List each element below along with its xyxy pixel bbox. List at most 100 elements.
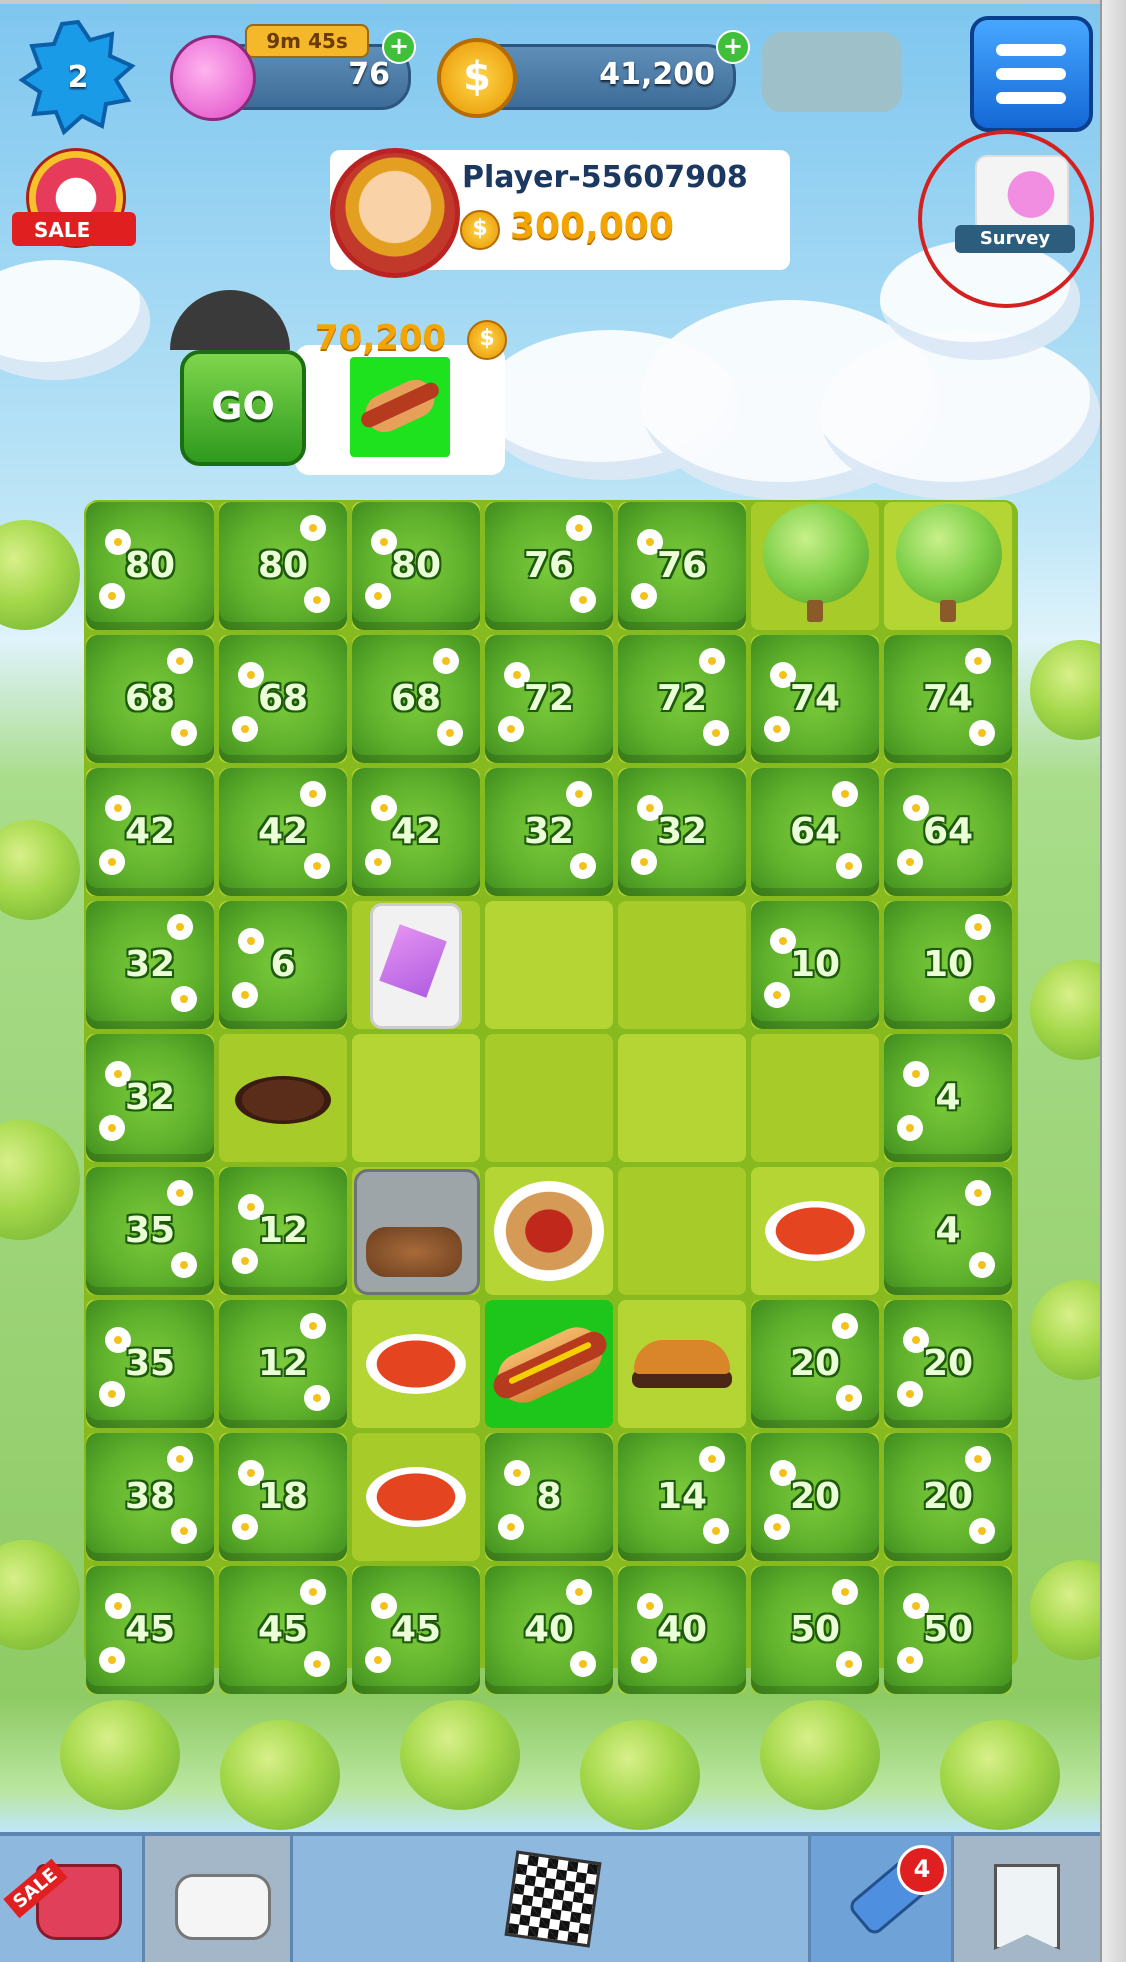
bush-tile[interactable]: 14 — [618, 1433, 746, 1561]
survey-button[interactable]: Survey — [955, 225, 1075, 253]
board-cell[interactable] — [352, 1167, 480, 1295]
board-cell[interactable]: 32 — [86, 901, 214, 1029]
board-cell[interactable]: 40 — [485, 1566, 613, 1694]
board-cell[interactable]: 74 — [884, 635, 1012, 763]
bush-tile[interactable]: 74 — [751, 635, 879, 763]
board-cell[interactable]: 45 — [352, 1566, 480, 1694]
board-cell[interactable]: 12 — [219, 1167, 347, 1295]
board-cell[interactable]: 64 — [884, 768, 1012, 896]
bush-tile[interactable]: 8 — [485, 1433, 613, 1561]
board-cell[interactable]: 72 — [485, 635, 613, 763]
level-badge[interactable]: 2 — [18, 18, 138, 138]
bush-tile[interactable]: 20 — [751, 1300, 879, 1428]
board-cell[interactable] — [751, 502, 879, 630]
bush-tile[interactable]: 4 — [884, 1034, 1012, 1162]
bush-tile[interactable]: 72 — [618, 635, 746, 763]
board-cell[interactable] — [219, 1034, 347, 1162]
bush-tile[interactable]: 32 — [86, 901, 214, 1029]
board-cell[interactable]: 10 — [884, 901, 1012, 1029]
shop-button[interactable]: SALE — [0, 1836, 142, 1962]
bush-tile[interactable]: 45 — [86, 1566, 214, 1694]
survey-potion-icon[interactable] — [975, 155, 1069, 234]
board-cell[interactable] — [485, 1034, 613, 1162]
cookie-sandwich-icon[interactable] — [235, 1076, 331, 1124]
bush-tile[interactable]: 68 — [352, 635, 480, 763]
bush-tile[interactable]: 35 — [86, 1300, 214, 1428]
board-cell[interactable] — [618, 1300, 746, 1428]
board-cell[interactable]: 8 — [485, 1433, 613, 1561]
bush-tile[interactable]: 80 — [219, 502, 347, 630]
bush-tile[interactable]: 68 — [219, 635, 347, 763]
board-cell[interactable] — [884, 502, 1012, 630]
bush-tile[interactable]: 40 — [485, 1566, 613, 1694]
team-banner-button[interactable] — [954, 1836, 1100, 1962]
bush-tile[interactable]: 32 — [618, 768, 746, 896]
board-cell[interactable] — [751, 1034, 879, 1162]
board-cell[interactable]: 45 — [86, 1566, 214, 1694]
board-cell[interactable]: 35 — [86, 1167, 214, 1295]
board-cell[interactable]: 50 — [884, 1566, 1012, 1694]
bush-tile[interactable]: 10 — [751, 901, 879, 1029]
bush-tile[interactable]: 12 — [219, 1300, 347, 1428]
race-button[interactable] — [480, 1836, 620, 1962]
board-cell[interactable]: 76 — [485, 502, 613, 630]
bush-tile[interactable]: 38 — [86, 1433, 214, 1561]
bush-tile[interactable]: 45 — [219, 1566, 347, 1694]
board-cell[interactable]: 72 — [618, 635, 746, 763]
bush-tile[interactable]: 80 — [86, 502, 214, 630]
board-cell[interactable]: 80 — [86, 502, 214, 630]
bush-tile[interactable]: 50 — [751, 1566, 879, 1694]
bush-tile[interactable]: 76 — [618, 502, 746, 630]
window-scrollbar[interactable] — [1100, 0, 1126, 1962]
board-cell[interactable]: 12 — [219, 1300, 347, 1428]
album-button[interactable] — [145, 1836, 290, 1962]
add-coins-button[interactable]: + — [716, 30, 750, 64]
board-cell[interactable] — [352, 901, 480, 1029]
bush-tile[interactable]: 12 — [219, 1167, 347, 1295]
board-cell[interactable] — [485, 1300, 613, 1428]
board-cell[interactable] — [485, 1167, 613, 1295]
board-cell[interactable]: 35 — [86, 1300, 214, 1428]
board-cell[interactable] — [352, 1433, 480, 1561]
bush-tile[interactable]: 50 — [884, 1566, 1012, 1694]
bush-tile[interactable]: 20 — [884, 1433, 1012, 1561]
bush-tile[interactable]: 64 — [884, 768, 1012, 896]
bush-tile[interactable]: 45 — [352, 1566, 480, 1694]
player-avatar[interactable] — [330, 148, 460, 278]
tree-obstacle[interactable] — [896, 504, 1002, 604]
bush-tile[interactable]: 35 — [86, 1167, 214, 1295]
board-cell[interactable]: 42 — [219, 768, 347, 896]
soup-bowl-icon[interactable] — [765, 1201, 865, 1261]
bush-tile[interactable]: 74 — [884, 635, 1012, 763]
bush-tile[interactable]: 42 — [352, 768, 480, 896]
spaghetti-plate-icon[interactable] — [494, 1181, 604, 1281]
board-cell[interactable]: 50 — [751, 1566, 879, 1694]
board-cell[interactable]: 45 — [219, 1566, 347, 1694]
board-cell[interactable] — [352, 1300, 480, 1428]
board-cell[interactable]: 68 — [219, 635, 347, 763]
board-cell[interactable]: 20 — [884, 1433, 1012, 1561]
board-cell[interactable] — [618, 901, 746, 1029]
board-cell[interactable]: 40 — [618, 1566, 746, 1694]
board-cell[interactable] — [485, 901, 613, 1029]
bush-tile[interactable]: 68 — [86, 635, 214, 763]
menu-button[interactable] — [970, 16, 1093, 132]
bush-tile[interactable]: 10 — [884, 901, 1012, 1029]
bush-tile[interactable]: 32 — [485, 768, 613, 896]
board-cell[interactable]: 6 — [219, 901, 347, 1029]
board-cell[interactable]: 32 — [86, 1034, 214, 1162]
board-cell[interactable]: 68 — [352, 635, 480, 763]
board-cell[interactable]: 38 — [86, 1433, 214, 1561]
tree-obstacle[interactable] — [763, 504, 869, 604]
board-cell[interactable]: 32 — [618, 768, 746, 896]
board-cell[interactable] — [618, 1034, 746, 1162]
board-cell[interactable]: 64 — [751, 768, 879, 896]
board-cell[interactable]: 42 — [86, 768, 214, 896]
board-cell[interactable]: 80 — [219, 502, 347, 630]
add-energy-button[interactable]: + — [382, 30, 416, 64]
board-cell[interactable]: 74 — [751, 635, 879, 763]
bush-tile[interactable]: 72 — [485, 635, 613, 763]
board-cell[interactable]: 4 — [884, 1167, 1012, 1295]
board-cell[interactable]: 76 — [618, 502, 746, 630]
bush-tile[interactable]: 40 — [618, 1566, 746, 1694]
